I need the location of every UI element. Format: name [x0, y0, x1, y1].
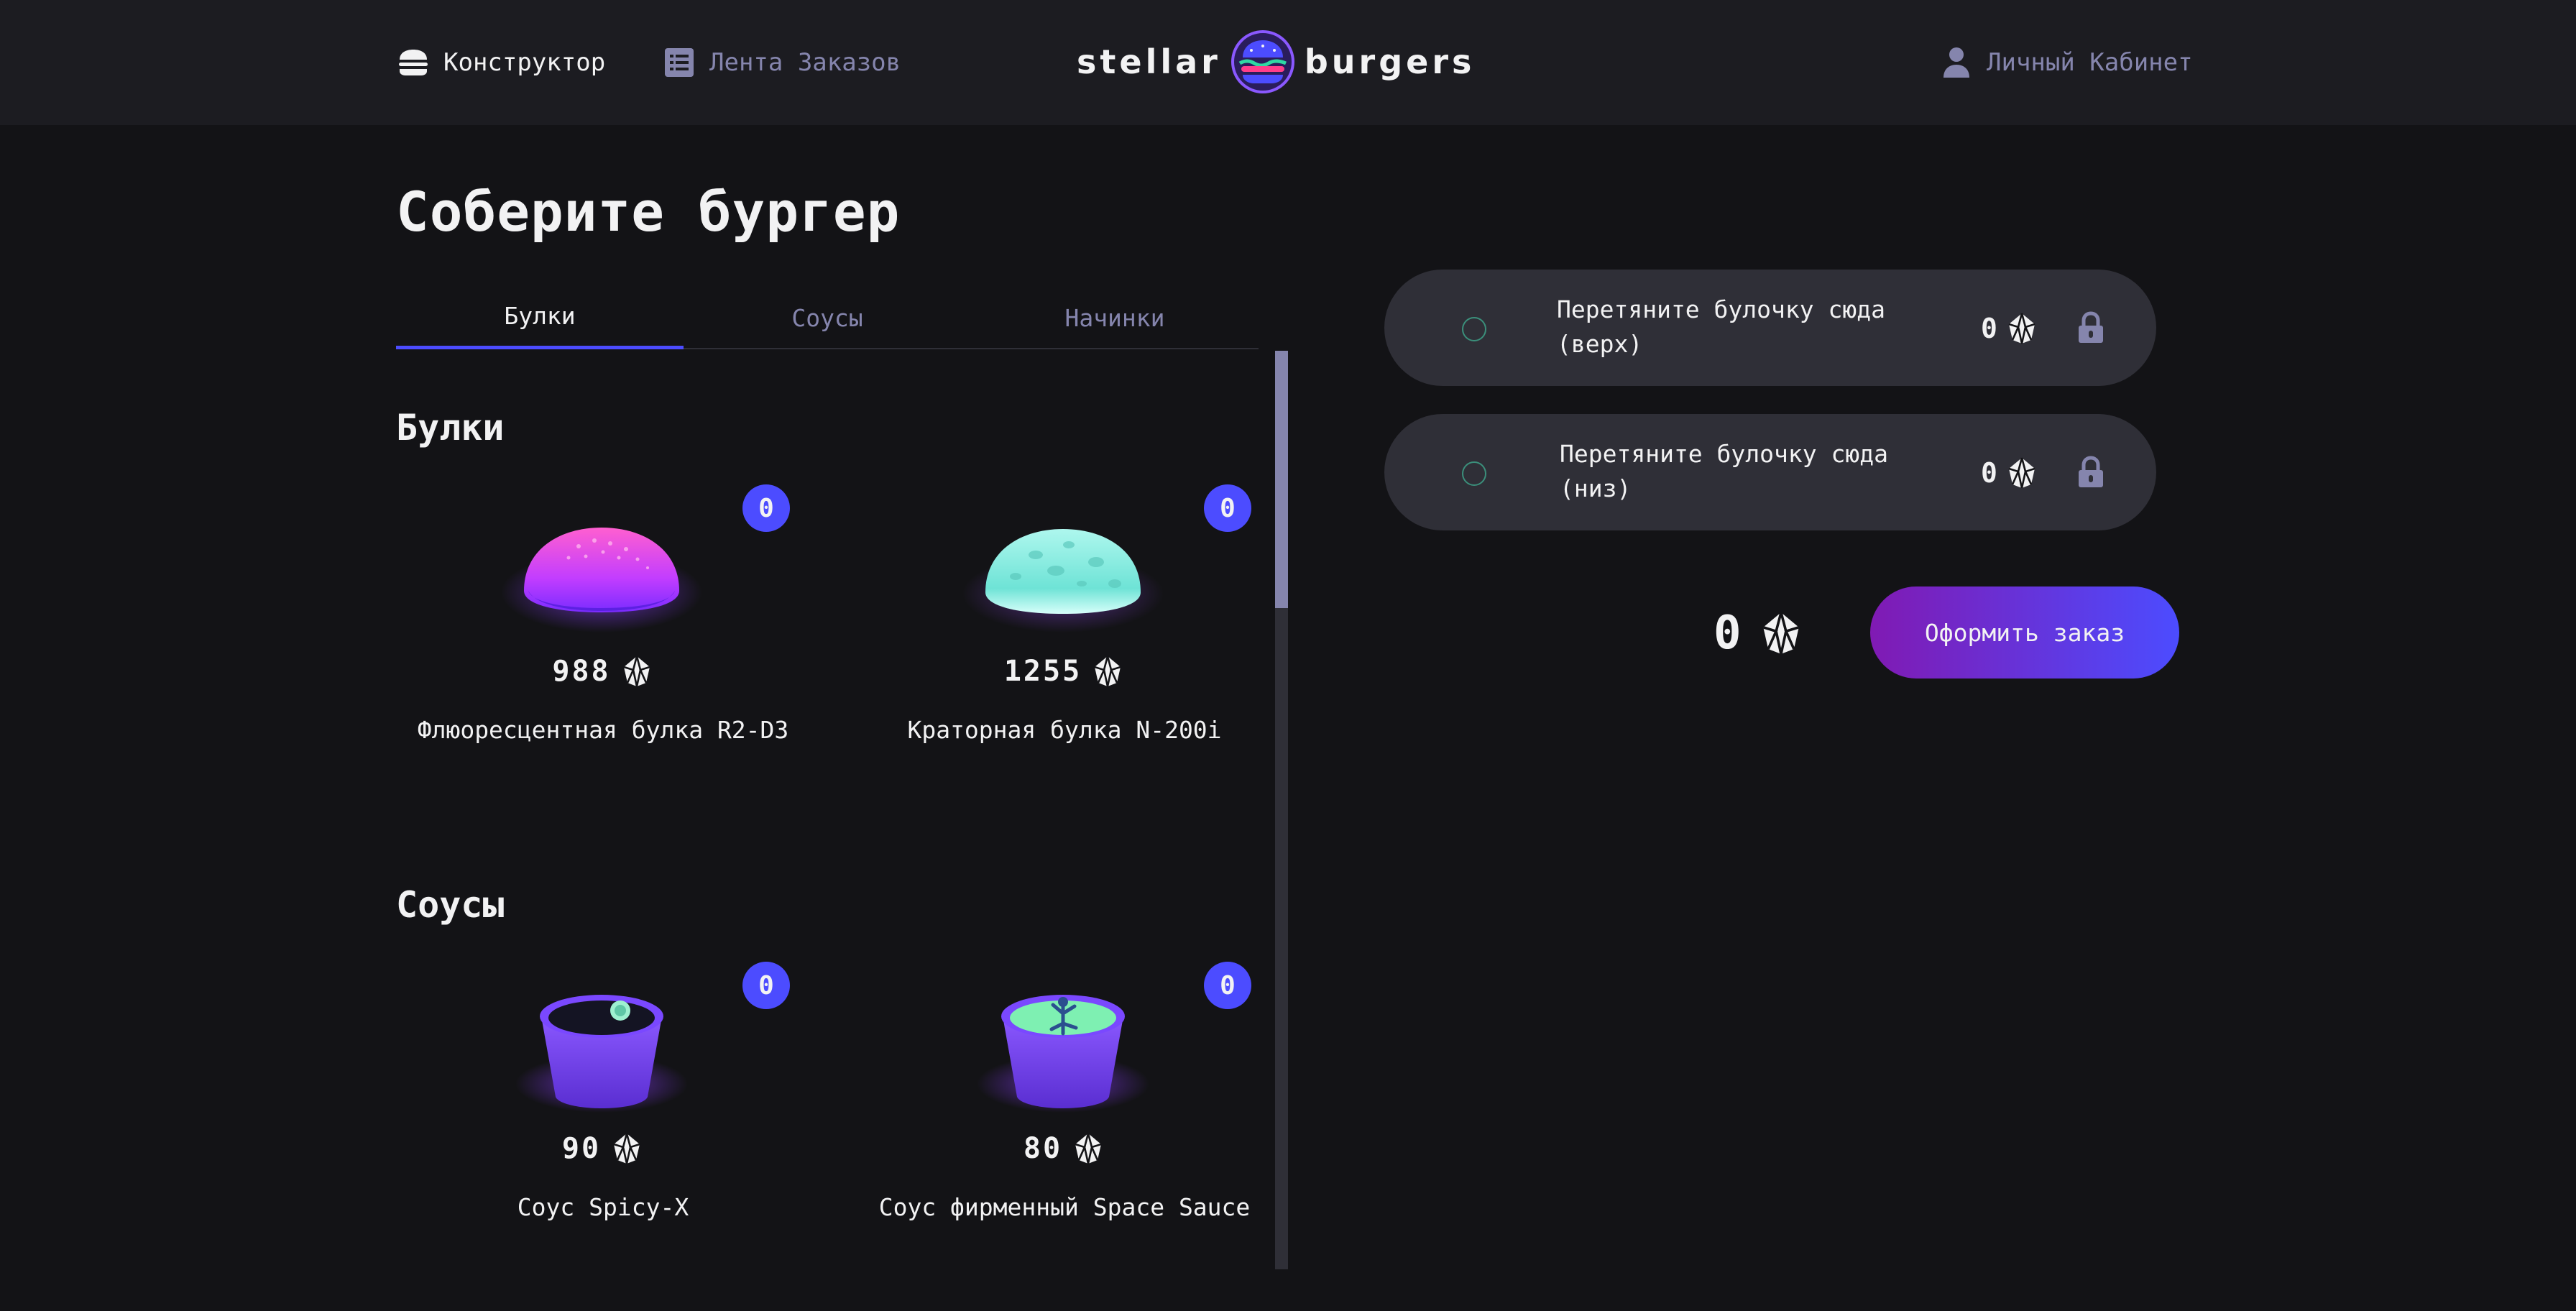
- ingredient-tabs: Булки Соусы Начинки: [396, 286, 1259, 349]
- ingredient-price: 1255: [857, 654, 1271, 689]
- logo-badge-icon: [1230, 30, 1294, 93]
- ingredient-name: Соус Spicy-X: [517, 1193, 689, 1221]
- ingredient-price: 80: [857, 1131, 1271, 1166]
- stellar-burgers-logo[interactable]: stellar burgers: [1077, 26, 1475, 98]
- slot-price: 0: [1981, 451, 2039, 494]
- ingredient-counter: 0: [1204, 484, 1251, 532]
- place-order-button[interactable]: Оформить заказ: [1870, 586, 2179, 678]
- tab-buns[interactable]: Булки: [396, 286, 684, 349]
- nav-order-feed[interactable]: Лента Заказов: [662, 42, 901, 83]
- price-value: 90: [561, 1132, 602, 1165]
- ingredient-counter: 0: [1204, 962, 1251, 1009]
- order-total-value: 0: [1714, 607, 1742, 660]
- section-title-buns: Булки: [396, 407, 505, 448]
- drag-handle-circle: [1462, 461, 1486, 486]
- currency-icon: [620, 654, 654, 689]
- bun-drop-zone-top[interactable]: Перетяните булочку сюда (верх) 0: [1384, 270, 2156, 386]
- logo-text-right: burgers: [1304, 42, 1476, 81]
- slot-price: 0: [1981, 307, 2039, 350]
- bun-placeholder-bottom: Перетяните булочку сюда (низ): [1560, 440, 1888, 502]
- slot-price-value: 0: [1981, 313, 1997, 344]
- list-icon: [662, 45, 696, 80]
- ingredient-price: 90: [396, 1131, 810, 1166]
- nav-constructor-label: Конструктор: [443, 48, 606, 77]
- lock-icon: [2079, 311, 2103, 343]
- crater-bun-icon: [962, 529, 1164, 632]
- slot-price-value: 0: [1981, 457, 1997, 489]
- ingredients-scrollbar-thumb[interactable]: [1275, 351, 1288, 608]
- currency-icon: [2005, 456, 2039, 490]
- section-title-sauces: Соусы: [396, 884, 505, 926]
- app-header: Конструктор Лента Заказов stellar burger…: [0, 0, 2576, 125]
- currency-icon: [1757, 610, 1805, 657]
- nav-account[interactable]: Личный Кабинет: [1939, 42, 2193, 83]
- ingredient-card[interactable]: 0 988 Флюоресцентная булка R2-D3: [396, 484, 810, 794]
- bun-drop-zone-bottom[interactable]: Перетяните булочку сюда (низ) 0: [1384, 414, 2156, 530]
- ingredient-card[interactable]: 0 80 Соус фирменный Space Sauce: [857, 962, 1271, 1271]
- logo-text-left: stellar: [1077, 42, 1221, 81]
- ingredient-name: Соус фирменный Space Sauce: [878, 1193, 1251, 1221]
- ingredient-price: 988: [396, 654, 810, 689]
- tab-fillings[interactable]: Начинки: [971, 286, 1259, 349]
- fluorescent-bun-icon: [501, 528, 702, 632]
- lock-icon: [2079, 456, 2103, 487]
- ingredient-name: Краторная булка N-200i: [907, 716, 1222, 744]
- drag-handle-circle: [1462, 317, 1486, 341]
- ingredient-card[interactable]: 0 90 Соус Spicy-X: [396, 962, 810, 1271]
- price-value: 80: [1023, 1132, 1063, 1165]
- price-value: 988: [552, 655, 611, 688]
- profile-icon: [1939, 45, 1974, 80]
- currency-icon: [1090, 654, 1125, 689]
- ingredient-counter: 0: [742, 484, 790, 532]
- currency-icon: [610, 1131, 644, 1166]
- sauce-spicy-icon: [515, 995, 688, 1113]
- nav-constructor[interactable]: Конструктор: [396, 42, 605, 83]
- burger-icon: [396, 45, 431, 80]
- sauce-space-icon: [977, 995, 1149, 1113]
- nav-order-feed-label: Лента Заказов: [709, 48, 901, 77]
- ingredient-name: Флюоресцентная булка R2-D3: [417, 716, 789, 744]
- ingredients-list[interactable]: Булки 0 988 Флюоресцентная булка R2-D3 0: [396, 351, 1289, 1271]
- nav-account-label: Личный Кабинет: [1987, 48, 2193, 77]
- order-total: 0: [1714, 607, 1805, 660]
- bun-placeholder-top: Перетяните булочку сюда (верх): [1557, 295, 1885, 358]
- page-title: Соберите бургер: [396, 180, 901, 244]
- ingredient-counter: 0: [742, 962, 790, 1009]
- currency-icon: [1071, 1131, 1105, 1166]
- price-value: 1255: [1003, 655, 1082, 688]
- ingredient-card[interactable]: 0 1255 Краторная булка N-200i: [857, 484, 1271, 794]
- currency-icon: [2005, 311, 2039, 346]
- tab-sauces[interactable]: Соусы: [684, 286, 971, 349]
